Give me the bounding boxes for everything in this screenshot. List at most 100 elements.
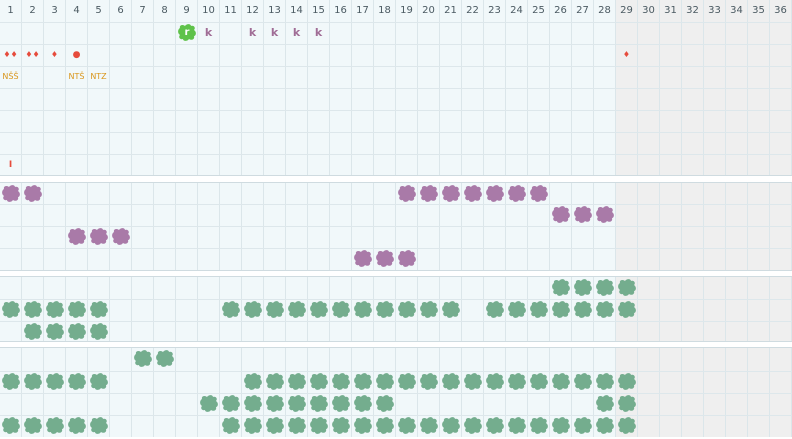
event-blob[interactable] [111, 227, 131, 246]
event-blob[interactable] [45, 416, 65, 435]
event-blob[interactable] [375, 300, 395, 319]
red-mark[interactable]: I [0, 154, 21, 176]
event-blob[interactable] [529, 416, 549, 435]
code-label[interactable]: NTZ [88, 66, 109, 88]
event-blob[interactable] [331, 300, 351, 319]
event-blob[interactable] [441, 416, 461, 435]
event-blob[interactable] [397, 372, 417, 391]
event-blob[interactable] [375, 416, 395, 435]
event-blob[interactable] [243, 394, 263, 413]
event-blob[interactable] [397, 184, 417, 203]
event-blob[interactable] [221, 300, 241, 319]
event-blob[interactable] [89, 300, 109, 319]
event-blob[interactable] [45, 300, 65, 319]
drop-icon[interactable]: ♦ [44, 44, 65, 66]
event-blob[interactable] [507, 300, 527, 319]
event-blob[interactable] [507, 184, 527, 203]
event-blob[interactable] [485, 416, 505, 435]
event-blob[interactable] [551, 300, 571, 319]
double-drop-icon[interactable]: ♦♦ [0, 44, 21, 66]
event-blob[interactable] [463, 184, 483, 203]
event-blob[interactable] [309, 394, 329, 413]
code-label[interactable]: NTŠ [66, 66, 87, 88]
event-blob[interactable] [551, 278, 571, 297]
event-blob[interactable] [67, 322, 87, 341]
event-blob[interactable] [375, 372, 395, 391]
event-blob[interactable] [419, 300, 439, 319]
event-blob[interactable] [441, 184, 461, 203]
event-blob[interactable] [419, 372, 439, 391]
marker-letter-k[interactable]: k [308, 22, 329, 44]
event-blob[interactable] [89, 372, 109, 391]
event-blob[interactable] [67, 300, 87, 319]
event-blob[interactable] [507, 416, 527, 435]
event-blob[interactable] [67, 227, 87, 246]
event-blob[interactable] [529, 372, 549, 391]
event-blob[interactable] [353, 416, 373, 435]
drop-icon[interactable]: ♦ [616, 44, 637, 66]
event-blob[interactable] [1, 372, 21, 391]
event-blob[interactable] [397, 416, 417, 435]
event-blob[interactable] [485, 372, 505, 391]
event-blob[interactable] [419, 416, 439, 435]
event-blob[interactable] [595, 300, 615, 319]
event-blob[interactable] [573, 372, 593, 391]
event-blob[interactable] [331, 394, 351, 413]
event-blob[interactable] [617, 300, 637, 319]
event-blob[interactable] [441, 372, 461, 391]
event-blob[interactable] [243, 300, 263, 319]
marker-letter-k[interactable]: k [286, 22, 307, 44]
event-blob[interactable] [595, 416, 615, 435]
event-blob[interactable] [1, 416, 21, 435]
event-blob[interactable] [529, 300, 549, 319]
event-blob[interactable] [309, 300, 329, 319]
event-blob[interactable] [67, 372, 87, 391]
event-blob[interactable] [573, 205, 593, 224]
event-blob[interactable] [45, 372, 65, 391]
event-blob[interactable] [23, 322, 43, 341]
event-blob[interactable] [287, 372, 307, 391]
event-blob[interactable] [89, 227, 109, 246]
event-blob[interactable] [265, 300, 285, 319]
event-blob[interactable] [353, 394, 373, 413]
event-blob[interactable] [23, 416, 43, 435]
event-blob[interactable] [23, 184, 43, 203]
event-blob[interactable] [573, 278, 593, 297]
event-blob[interactable] [23, 300, 43, 319]
event-blob[interactable] [309, 416, 329, 435]
event-blob[interactable] [89, 416, 109, 435]
event-blob[interactable] [397, 300, 417, 319]
event-blob[interactable] [463, 416, 483, 435]
event-blob[interactable] [573, 416, 593, 435]
event-blob[interactable] [45, 322, 65, 341]
event-blob[interactable] [617, 372, 637, 391]
event-blob[interactable] [595, 394, 615, 413]
event-blob[interactable] [485, 184, 505, 203]
event-blob[interactable] [265, 416, 285, 435]
event-blob[interactable] [375, 249, 395, 268]
event-blob[interactable] [595, 372, 615, 391]
event-blob[interactable] [353, 300, 373, 319]
event-blob[interactable] [221, 394, 241, 413]
event-blob[interactable] [529, 184, 549, 203]
event-blob[interactable] [221, 416, 241, 435]
event-blob[interactable] [133, 349, 153, 368]
event-blob[interactable] [155, 349, 175, 368]
event-blob[interactable] [265, 394, 285, 413]
event-blob[interactable] [243, 372, 263, 391]
event-blob[interactable] [551, 416, 571, 435]
event-blob[interactable] [353, 249, 373, 268]
event-blob[interactable] [617, 278, 637, 297]
event-blob[interactable] [573, 300, 593, 319]
marker-letter-k[interactable]: k [242, 22, 263, 44]
event-blob[interactable] [287, 300, 307, 319]
event-blob[interactable] [89, 322, 109, 341]
event-blob[interactable] [419, 184, 439, 203]
event-blob[interactable] [331, 372, 351, 391]
event-blob[interactable] [485, 300, 505, 319]
event-blob[interactable] [1, 184, 21, 203]
double-drop-icon[interactable]: ♦♦ [22, 44, 43, 66]
event-blob[interactable] [67, 416, 87, 435]
event-blob[interactable] [397, 249, 417, 268]
event-blob[interactable] [309, 372, 329, 391]
